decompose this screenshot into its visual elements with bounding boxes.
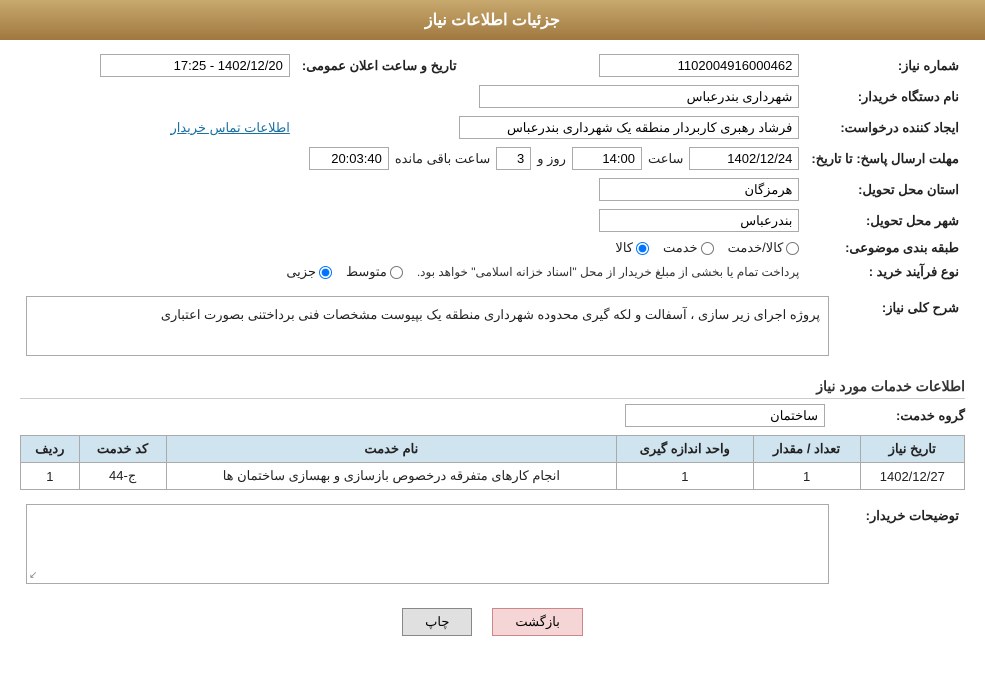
buyer-notes-value: ↙ — [20, 500, 835, 598]
deadline-remaining-input[interactable] — [309, 147, 389, 170]
row-city: شهر محل تحویل: — [20, 205, 965, 236]
cell-name: انجام کارهای متفرقه درخصوص بازسازی و بهس… — [166, 463, 617, 490]
category-kala-label: کالا — [615, 240, 633, 256]
purchase-jozei-label: جزیی — [286, 264, 316, 280]
purchase-note: پرداخت تمام یا بخشی از مبلغ خریدار از مح… — [417, 265, 800, 279]
cell-date: 1402/12/27 — [860, 463, 964, 490]
deadline-remaining-label: ساعت باقی مانده — [395, 151, 490, 167]
category-kala-option[interactable]: کالا — [615, 240, 649, 256]
province-label: استان محل تحویل: — [805, 174, 965, 205]
description-table: شرح کلی نیاز: پروژه اجرای زیر سازی ، آسف… — [20, 292, 965, 368]
row-creator: ایجاد کننده درخواست: اطلاعات تماس خریدار — [20, 112, 965, 143]
announcement-value — [20, 50, 296, 81]
contact-link-cell: اطلاعات تماس خریدار — [20, 112, 296, 143]
city-label: شهر محل تحویل: — [805, 205, 965, 236]
buttons-row: بازگشت چاپ — [20, 608, 965, 636]
purchase-type-label: نوع فرآیند خرید : — [805, 260, 965, 284]
description-box: پروژه اجرای زیر سازی ، آسفالت و لکه گیری… — [26, 296, 829, 356]
category-kala-khadamat-radio[interactable] — [786, 242, 799, 255]
row-category: طبقه بندی موضوعی: کالا/خدمت خدمت — [20, 236, 965, 260]
group-service-row: گروه خدمت: — [20, 404, 965, 427]
row-need-number: شماره نیاز: تاریخ و ساعت اعلان عمومی: — [20, 50, 965, 81]
cell-row: 1 — [21, 463, 80, 490]
need-number-label: شماره نیاز: — [805, 50, 965, 81]
table-row: 1402/12/27 1 1 انجام کارهای متفرقه درخصو… — [21, 463, 965, 490]
content-area: شماره نیاز: تاریخ و ساعت اعلان عمومی: نا… — [0, 40, 985, 656]
buyer-notes-label: توضیحات خریدار: — [835, 500, 965, 598]
purchase-type-value: پرداخت تمام یا بخشی از مبلغ خریدار از مح… — [20, 260, 805, 284]
buyer-notes-table: توضیحات خریدار: ↙ — [20, 500, 965, 598]
buyer-org-label: نام دستگاه خریدار: — [805, 81, 965, 112]
print-button[interactable]: چاپ — [402, 608, 472, 636]
buyer-org-value — [20, 81, 805, 112]
col-name: نام خدمت — [166, 436, 617, 463]
row-description: شرح کلی نیاز: پروژه اجرای زیر سازی ، آسف… — [20, 292, 965, 368]
cell-code: ج-44 — [79, 463, 166, 490]
creator-value — [296, 112, 806, 143]
deadline-days-label: روز و — [537, 151, 566, 167]
description-text: پروژه اجرای زیر سازی ، آسفالت و لکه گیری… — [161, 307, 820, 322]
services-table-head: تاریخ نیاز تعداد / مقدار واحد اندازه گیر… — [21, 436, 965, 463]
deadline-days-input[interactable] — [496, 147, 531, 170]
row-buyer-notes: توضیحات خریدار: ↙ — [20, 500, 965, 598]
need-number-value — [516, 50, 806, 81]
services-table: تاریخ نیاز تعداد / مقدار واحد اندازه گیر… — [20, 435, 965, 490]
group-service-input[interactable] — [625, 404, 825, 427]
city-input[interactable] — [599, 209, 799, 232]
cell-unit: 1 — [617, 463, 753, 490]
category-label: طبقه بندی موضوعی: — [805, 236, 965, 260]
page-title: جزئیات اطلاعات نیاز — [425, 12, 560, 29]
category-khadamat-option[interactable]: خدمت — [663, 240, 714, 256]
row-province: استان محل تحویل: — [20, 174, 965, 205]
contact-link[interactable]: اطلاعات تماس خریدار — [170, 120, 289, 135]
group-service-label: گروه خدمت: — [835, 408, 965, 424]
cell-count: 1 — [753, 463, 860, 490]
need-number-input[interactable] — [599, 54, 799, 77]
category-value: کالا/خدمت خدمت کالا — [20, 236, 805, 260]
info-table: شماره نیاز: تاریخ و ساعت اعلان عمومی: نا… — [20, 50, 965, 284]
category-khadamat-radio[interactable] — [701, 242, 714, 255]
category-kala-khadamat-label: کالا/خدمت — [728, 240, 784, 256]
deadline-date-input[interactable] — [689, 147, 799, 170]
col-unit: واحد اندازه گیری — [617, 436, 753, 463]
announcement-input[interactable] — [100, 54, 290, 77]
page-header: جزئیات اطلاعات نیاز — [0, 0, 985, 40]
row-buyer-org: نام دستگاه خریدار: — [20, 81, 965, 112]
purchase-jozei-radio[interactable] — [319, 266, 332, 279]
deadline-value: ساعت روز و ساعت باقی مانده — [20, 143, 805, 174]
description-label: شرح کلی نیاز: — [835, 292, 965, 368]
services-table-header-row: تاریخ نیاز تعداد / مقدار واحد اندازه گیر… — [21, 436, 965, 463]
purchase-jozei-option[interactable]: جزیی — [286, 264, 332, 280]
col-code: کد خدمت — [79, 436, 166, 463]
row-purchase-type: نوع فرآیند خرید : پرداخت تمام یا بخشی از… — [20, 260, 965, 284]
services-section-title: اطلاعات خدمات مورد نیاز — [20, 378, 965, 399]
purchase-motavasset-option[interactable]: متوسط — [346, 264, 403, 280]
purchase-motavasset-label: متوسط — [346, 264, 387, 280]
creator-label: ایجاد کننده درخواست: — [805, 112, 965, 143]
announcement-label: تاریخ و ساعت اعلان عمومی: — [296, 50, 476, 81]
col-count: تعداد / مقدار — [753, 436, 860, 463]
category-kala-khadamat-option[interactable]: کالا/خدمت — [728, 240, 800, 256]
buyer-notes-box[interactable]: ↙ — [26, 504, 829, 584]
page-wrapper: جزئیات اطلاعات نیاز شماره نیاز: تاریخ و … — [0, 0, 985, 691]
back-button[interactable]: بازگشت — [492, 608, 582, 636]
services-table-body: 1402/12/27 1 1 انجام کارهای متفرقه درخصو… — [21, 463, 965, 490]
deadline-time-label: ساعت — [648, 151, 683, 167]
col-date: تاریخ نیاز — [860, 436, 964, 463]
buyer-org-input[interactable] — [479, 85, 799, 108]
province-input[interactable] — [599, 178, 799, 201]
category-kala-radio[interactable] — [636, 242, 649, 255]
resize-icon: ↙ — [29, 570, 37, 581]
row-deadline: مهلت ارسال پاسخ: تا تاریخ: ساعت روز و سا… — [20, 143, 965, 174]
deadline-label: مهلت ارسال پاسخ: تا تاریخ: — [805, 143, 965, 174]
province-value — [20, 174, 805, 205]
deadline-time-input[interactable] — [572, 147, 642, 170]
purchase-motavasset-radio[interactable] — [390, 266, 403, 279]
category-khadamat-label: خدمت — [663, 240, 698, 256]
description-value: پروژه اجرای زیر سازی ، آسفالت و لکه گیری… — [20, 292, 835, 368]
city-value — [20, 205, 805, 236]
col-row: ردیف — [21, 436, 80, 463]
creator-input[interactable] — [459, 116, 799, 139]
